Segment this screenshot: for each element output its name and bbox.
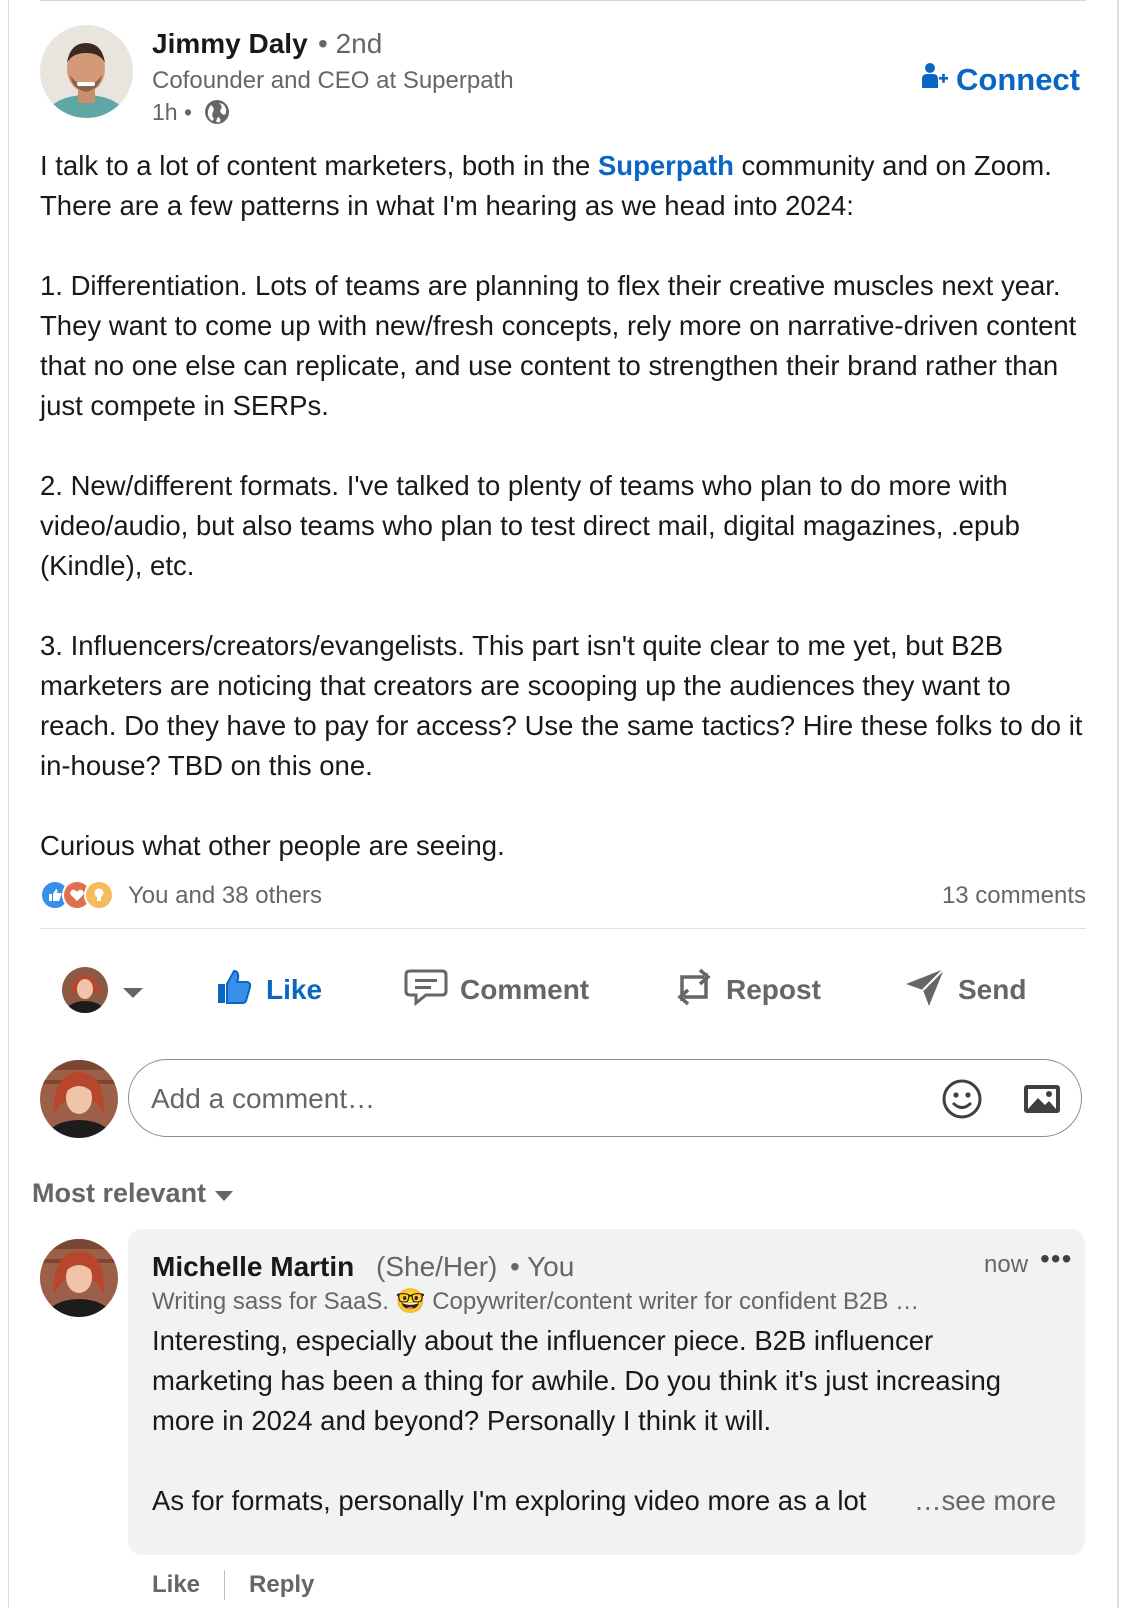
reaction-identity-selector[interactable] <box>62 960 156 1020</box>
comment-button[interactable]: Comment <box>404 960 589 1020</box>
repost-button[interactable]: Repost <box>674 960 821 1020</box>
reaction-count[interactable]: You and 38 others <box>128 882 322 910</box>
add-comment-box <box>128 1059 1082 1137</box>
comment-card: Michelle Martin (She/Her) • You now ••• … <box>128 1229 1085 1555</box>
commenter-name[interactable]: Michelle Martin <box>152 1251 354 1283</box>
post-paragraph-5: Curious what other people are seeing. <box>40 830 505 861</box>
comment-input[interactable] <box>149 1079 893 1119</box>
reaction-icons[interactable] <box>40 880 114 910</box>
like-button[interactable]: Like <box>214 960 322 1020</box>
comment-reply-button[interactable]: Reply <box>249 1571 314 1599</box>
comment-label: Comment <box>460 974 590 1005</box>
post-paragraph-2: 1. Differentiation. Lots of teams are pl… <box>40 270 1077 421</box>
connect-label: Connect <box>956 62 1080 97</box>
commenter-avatar[interactable] <box>40 1239 118 1317</box>
author-headline: Cofounder and CEO at Superpath <box>152 67 514 94</box>
see-more-link[interactable]: …see more <box>914 1481 1056 1521</box>
commenter-pronouns: (She/Her) <box>376 1251 498 1282</box>
connect-button[interactable]: Connect <box>922 60 1080 100</box>
speech-bubble-icon <box>404 967 460 1014</box>
add-person-icon <box>922 62 956 98</box>
emoji-icon[interactable] <box>941 1078 983 1125</box>
current-user-avatar <box>62 967 108 1013</box>
like-label: Like <box>266 974 323 1005</box>
chevron-down-icon <box>122 974 156 1006</box>
reactions-divider <box>40 928 1086 929</box>
mention-link[interactable]: Superpath <box>598 150 734 181</box>
author-name[interactable]: Jimmy Daly <box>152 28 308 60</box>
comment-body: Interesting, especially about the influe… <box>152 1321 1052 1441</box>
top-divider <box>40 0 1086 1</box>
paper-plane-icon <box>904 966 958 1015</box>
caret-down-icon <box>206 1178 234 1209</box>
post-text: I talk to a lot of content marketers, bo… <box>40 150 598 181</box>
frame-left-border <box>8 0 9 1608</box>
repost-icon <box>674 965 726 1016</box>
author-avatar[interactable] <box>40 25 133 118</box>
insightful-reaction-icon <box>84 880 114 910</box>
post-paragraph-3: 2. New/different formats. I've talked to… <box>40 470 1020 581</box>
post-action-bar: Like Comment Repost Send <box>0 960 1130 1020</box>
globe-icon <box>204 99 230 130</box>
comment-paragraph-1: Interesting, especially about the influe… <box>152 1325 1002 1436</box>
post-paragraph-1: I talk to a lot of content marketers, bo… <box>40 146 1090 226</box>
commenter-you-badge: • You <box>510 1251 575 1282</box>
comment-paragraph-2: As for formats, personally I'm exploring… <box>152 1485 867 1516</box>
repost-label: Repost <box>726 974 821 1005</box>
post-paragraph-4: 3. Influencers/creators/evangelists. Thi… <box>40 630 1083 781</box>
post-timestamp: 1h • <box>152 99 193 125</box>
comments-count[interactable]: 13 comments <box>942 882 1086 910</box>
comment-like-button[interactable]: Like <box>152 1571 200 1599</box>
image-icon[interactable] <box>1021 1078 1063 1125</box>
send-label: Send <box>958 974 1027 1005</box>
connection-degree: • 2nd <box>318 28 383 59</box>
send-button[interactable]: Send <box>904 960 1026 1020</box>
commenter-headline: Writing sass for SaaS. 🤓 Copywriter/cont… <box>152 1288 920 1315</box>
comment-actions: Like Reply <box>152 1570 314 1600</box>
comment-timestamp: now <box>984 1251 1029 1278</box>
comment-sort-dropdown[interactable]: Most relevant <box>32 1178 234 1209</box>
frame-right-border <box>1117 0 1119 1608</box>
more-options-icon[interactable]: ••• <box>1040 1243 1072 1275</box>
sort-label: Most relevant <box>32 1178 207 1208</box>
current-user-avatar[interactable] <box>40 1060 118 1138</box>
thumbs-up-icon <box>214 967 266 1014</box>
post-body: I talk to a lot of content marketers, bo… <box>40 146 1090 866</box>
comment-actions-divider <box>224 1570 226 1600</box>
